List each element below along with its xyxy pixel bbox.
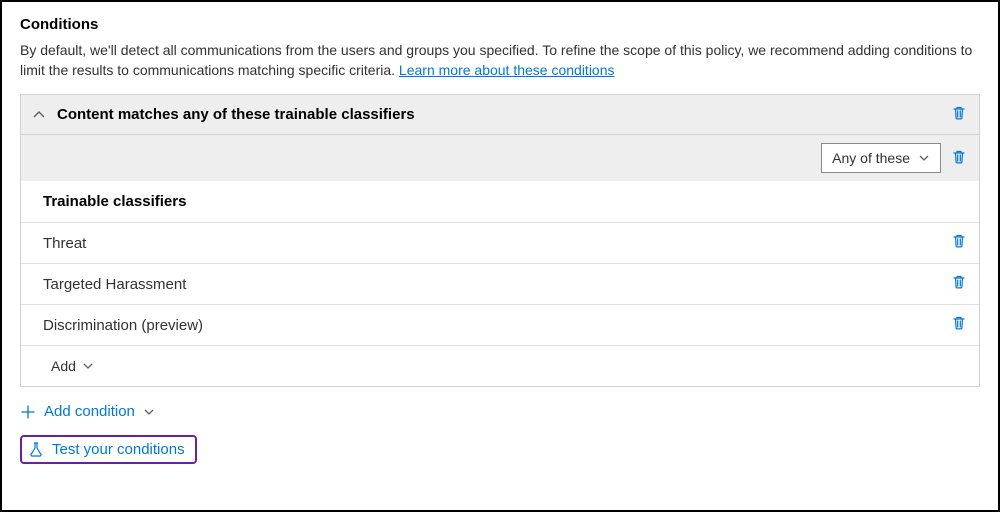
flask-icon <box>28 441 44 457</box>
condition-title: Content matches any of these trainable c… <box>57 106 951 123</box>
delete-classifier-button[interactable] <box>951 274 967 294</box>
plus-icon <box>20 404 36 420</box>
add-classifier-button[interactable]: Add <box>21 346 979 386</box>
classifier-list: Trainable classifiers Threat Targeted Ha… <box>21 181 979 386</box>
list-item: Discrimination (preview) <box>21 305 979 346</box>
learn-more-link[interactable]: Learn more about these conditions <box>399 62 615 78</box>
test-conditions-label: Test your conditions <box>52 441 185 458</box>
condition-block: Content matches any of these trainable c… <box>20 94 980 387</box>
classifier-label: Discrimination (preview) <box>43 317 951 334</box>
classifiers-heading: Trainable classifiers <box>21 181 979 223</box>
trash-icon <box>951 274 967 290</box>
section-title: Conditions <box>20 16 980 33</box>
classifier-label: Targeted Harassment <box>43 276 951 293</box>
section-description: By default, we'll detect all communicati… <box>20 41 980 80</box>
chevron-down-icon <box>918 152 930 164</box>
condition-subbar: Any of these <box>21 135 979 181</box>
match-mode-dropdown[interactable]: Any of these <box>821 143 941 173</box>
trash-icon <box>951 315 967 331</box>
trash-icon <box>951 149 967 165</box>
condition-header[interactable]: Content matches any of these trainable c… <box>21 95 979 135</box>
delete-group-button[interactable] <box>951 149 967 168</box>
match-mode-label: Any of these <box>832 150 910 166</box>
trash-icon <box>951 233 967 249</box>
add-condition-button[interactable]: Add condition <box>20 403 155 420</box>
list-item: Threat <box>21 223 979 264</box>
list-item: Targeted Harassment <box>21 264 979 305</box>
delete-classifier-button[interactable] <box>951 315 967 335</box>
delete-classifier-button[interactable] <box>951 233 967 253</box>
trash-icon <box>951 105 967 121</box>
chevron-up-icon <box>31 107 47 123</box>
policy-actions: Add condition Test your conditions <box>20 387 980 464</box>
chevron-down-icon <box>143 406 155 418</box>
add-condition-label: Add condition <box>44 403 135 420</box>
test-conditions-button[interactable]: Test your conditions <box>20 435 197 464</box>
chevron-down-icon <box>82 360 94 372</box>
add-classifier-label: Add <box>51 358 76 374</box>
delete-condition-button[interactable] <box>951 105 967 124</box>
classifier-label: Threat <box>43 235 951 252</box>
